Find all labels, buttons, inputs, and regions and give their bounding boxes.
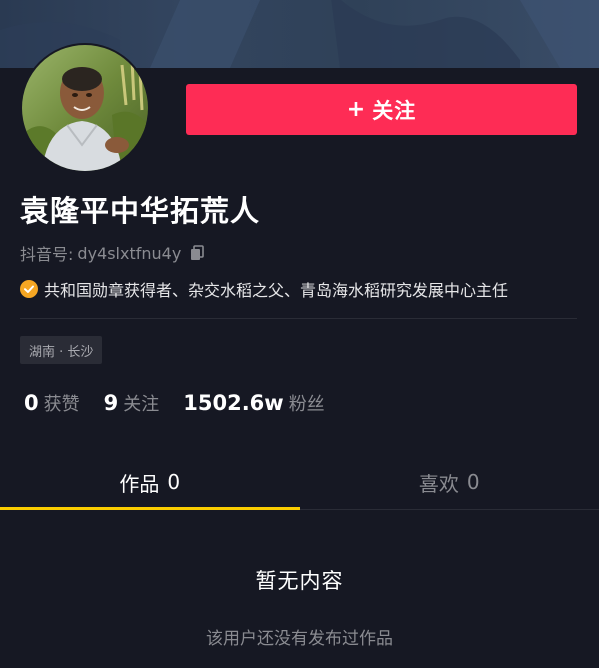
divider (20, 318, 577, 319)
followers-stat[interactable]: 1502.6w 粉丝 (183, 390, 324, 416)
account-id-value: dy4slxtfnu4y (77, 243, 182, 263)
profile-name: 袁隆平中华拓荒人 (20, 194, 261, 228)
likes-stat[interactable]: 0 获赞 (24, 390, 80, 416)
verified-badge-icon (20, 280, 38, 298)
empty-state-title: 暂无内容 (255, 569, 344, 593)
followers-count: 1502.6w (183, 391, 284, 415)
following-count: 9 (103, 391, 119, 415)
following-label: 关注 (123, 394, 160, 415)
likes-count: 0 (24, 391, 39, 415)
account-id-label: 抖音号: (20, 245, 74, 264)
account-id-row: 抖音号: dy4slxtfnu4y (20, 241, 205, 265)
following-stat[interactable]: 9 关注 (104, 390, 160, 416)
tab-works-count: 0 (167, 470, 181, 494)
tab-likes-count: 0 (466, 470, 480, 494)
tab-likes[interactable]: 喜欢 0 (300, 455, 599, 509)
profile-tabs: 作品 0 喜欢 0 (0, 455, 599, 510)
plus-icon: + (346, 97, 367, 122)
likes-label: 获赞 (43, 394, 80, 415)
profile-page: + 关注 袁隆平中华拓荒人 抖音号: dy4slxtfnu4y 共和国勋章获得者… (0, 0, 599, 668)
tab-works-label: 作品 (119, 471, 160, 496)
location-tag: 湖南 · 长沙 (20, 336, 103, 364)
followers-label: 粉丝 (288, 394, 325, 415)
avatar[interactable] (20, 43, 150, 173)
verification-text: 共和国勋章获得者、杂交水稻之父、青岛海水稻研究发展中心主任 (44, 281, 509, 300)
tab-likes-label: 喜欢 (418, 471, 459, 496)
profile-stats: 0 获赞 9 关注 1502.6w 粉丝 (24, 390, 349, 416)
copy-icon[interactable] (189, 245, 205, 261)
empty-state-description: 该用户还没有发布过作品 (206, 629, 393, 649)
verification-row: 共和国勋章获得者、杂交水稻之父、青岛海水稻研究发展中心主任 (20, 277, 508, 301)
tab-works[interactable]: 作品 0 (0, 455, 300, 510)
follow-label: 关注 (372, 98, 417, 123)
follow-button[interactable]: + 关注 (186, 84, 577, 135)
